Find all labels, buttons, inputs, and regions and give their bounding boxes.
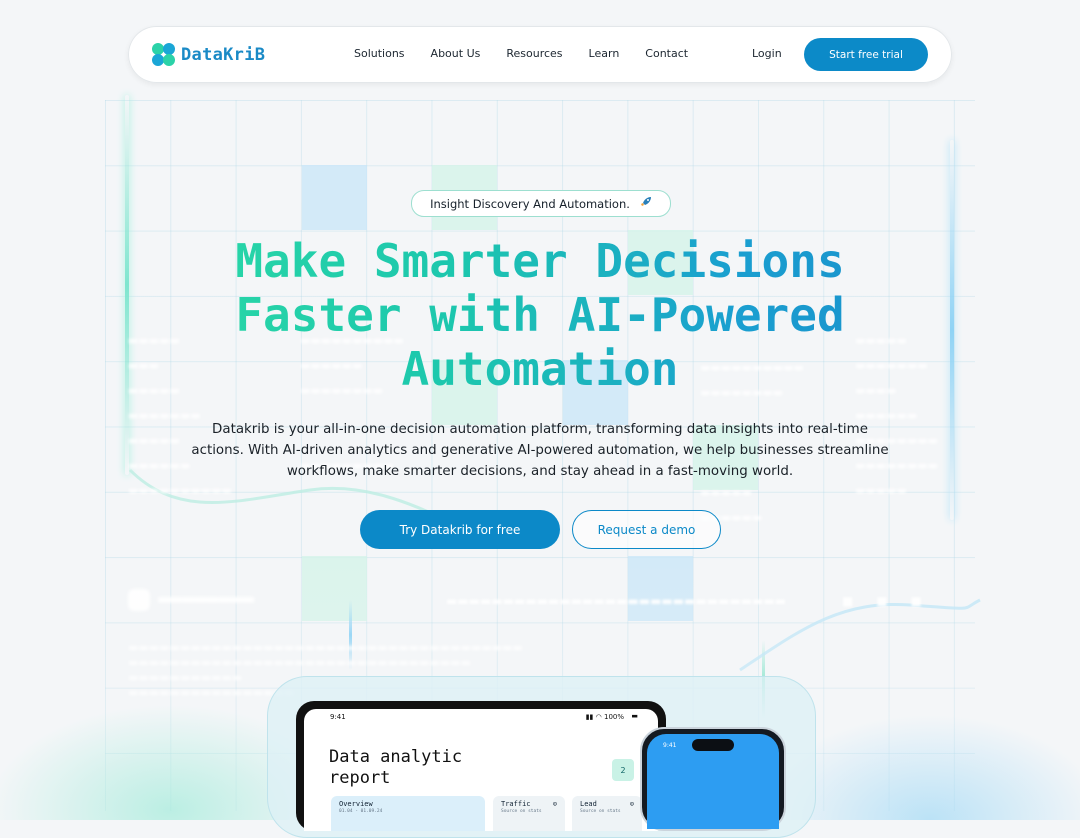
brand-name: DataKriB bbox=[181, 45, 266, 65]
login-link[interactable]: Login bbox=[752, 47, 782, 60]
arrow-circle-icon: ⊙ bbox=[629, 800, 634, 808]
phone-time: 9:41 bbox=[663, 742, 677, 749]
hero-headline-line: Make Smarter Decisions bbox=[235, 234, 845, 288]
lead-card-subtitle: Source on stats bbox=[580, 809, 621, 814]
logo-icon bbox=[152, 43, 176, 67]
lead-card[interactable]: Lead Source on stats ⊙ bbox=[572, 796, 642, 831]
tablet-battery-level: 100% bbox=[603, 713, 624, 721]
traffic-card-title: Traffic bbox=[501, 800, 531, 808]
overview-card-subtitle: 01.04 - 01.09.24 bbox=[339, 809, 383, 814]
lead-card-title: Lead bbox=[580, 800, 597, 808]
start-free-trial-button[interactable]: Start free trial bbox=[804, 38, 928, 71]
report-title-line: report bbox=[329, 768, 391, 788]
nav-link-solutions[interactable]: Solutions bbox=[354, 47, 405, 60]
battery-icon: ▬ bbox=[631, 712, 638, 720]
hero-headline-line: Faster with AI-Powered bbox=[235, 288, 845, 342]
overview-card-title: Overview bbox=[339, 800, 373, 808]
rocket-icon bbox=[640, 196, 652, 211]
nav-link-learn[interactable]: Learn bbox=[589, 47, 620, 60]
top-navigation-bar: DataKriB Solutions About Us Resources Le… bbox=[128, 26, 952, 83]
request-demo-button[interactable]: Request a demo bbox=[572, 510, 721, 549]
nav-link-contact[interactable]: Contact bbox=[645, 47, 688, 60]
report-title-line: Data analytic bbox=[329, 747, 463, 767]
hero-headline-line: Automation bbox=[401, 342, 679, 396]
hero-headline: Make Smarter Decisions Faster with AI-Po… bbox=[150, 234, 930, 396]
overview-card[interactable]: Overview 01.04 - 01.09.24 bbox=[331, 796, 485, 831]
traffic-card[interactable]: Traffic Source on stats ⊙ bbox=[493, 796, 565, 831]
report-title: Data analytic report bbox=[329, 747, 462, 789]
nav-link-resources[interactable]: Resources bbox=[506, 47, 562, 60]
brand-logo[interactable]: DataKriB bbox=[152, 43, 265, 67]
tablet-mockup: 9:41 ▮▮ ◠ 100% ▬ Data analytic report 2 … bbox=[296, 701, 666, 831]
arrow-circle-icon: ⊙ bbox=[552, 800, 557, 808]
traffic-card-subtitle: Source on stats bbox=[501, 809, 542, 814]
tablet-screen: 9:41 ▮▮ ◠ 100% ▬ Data analytic report 2 … bbox=[304, 709, 658, 831]
grid-highlight-cell bbox=[302, 165, 367, 230]
hero-badge: Insight Discovery And Automation. bbox=[411, 190, 671, 217]
wifi-icon: ◠ bbox=[595, 713, 602, 721]
phone-mockup: 9:41 bbox=[640, 727, 786, 831]
tablet-time: 9:41 bbox=[330, 713, 346, 721]
phone-notch bbox=[692, 739, 734, 751]
signal-icon: ▮▮ bbox=[585, 713, 594, 721]
hero-description: Datakrib is your all-in-one decision aut… bbox=[191, 422, 889, 479]
hero-badge-text: Insight Discovery And Automation. bbox=[430, 196, 630, 211]
nav-link-about-us[interactable]: About Us bbox=[431, 47, 481, 60]
tablet-status-icons: ▮▮ ◠ 100% bbox=[586, 713, 624, 721]
try-free-button[interactable]: Try Datakrib for free bbox=[360, 510, 560, 549]
phone-screen: 9:41 bbox=[647, 734, 779, 829]
report-badge: 2 bbox=[612, 759, 634, 781]
nav-links: Solutions About Us Resources Learn Conta… bbox=[354, 47, 714, 60]
